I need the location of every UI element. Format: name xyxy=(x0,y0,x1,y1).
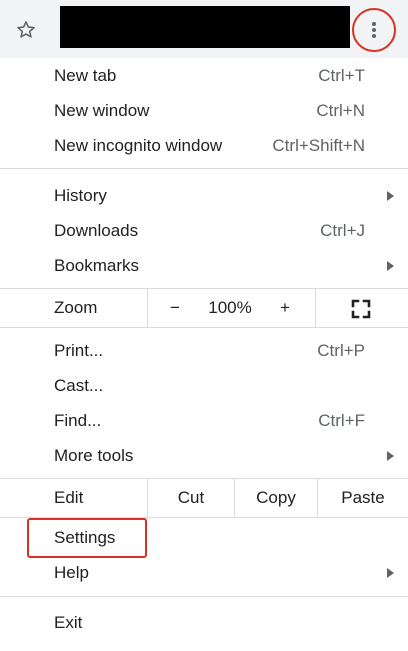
cut-button[interactable]: Cut xyxy=(148,479,234,517)
fullscreen-icon[interactable] xyxy=(351,299,371,319)
menu-item-shortcut: Ctrl+P xyxy=(317,341,365,360)
zoom-out-button[interactable]: − xyxy=(160,289,190,327)
zoom-in-button[interactable]: + xyxy=(270,289,300,327)
menu-item-label: Cast... xyxy=(54,376,104,395)
zoom-divider xyxy=(147,289,148,327)
edit-label: Edit xyxy=(54,488,84,507)
menu-item-exit[interactable]: Exit xyxy=(0,605,408,640)
submenu-arrow-icon xyxy=(387,451,394,461)
menu-item-shortcut: Ctrl+F xyxy=(318,411,365,430)
vertical-dots-icon xyxy=(372,22,376,38)
menu-item-label: New window xyxy=(54,101,150,120)
menu-group-settings: Settings Help xyxy=(0,518,408,596)
submenu-arrow-icon xyxy=(387,568,394,578)
menu-item-history[interactable]: History xyxy=(0,178,408,213)
menu-item-downloads[interactable]: Downloads Ctrl+J xyxy=(0,213,408,248)
menu-item-cast[interactable]: Cast... xyxy=(0,368,408,403)
menu-item-label: More tools xyxy=(54,446,134,465)
menu-item-bookmarks[interactable]: Bookmarks xyxy=(0,248,408,283)
menu-group-exit: Exit xyxy=(0,597,408,646)
menu-row-zoom: Zoom − 100% + xyxy=(0,289,408,327)
menu-item-new-tab[interactable]: New tab Ctrl+T xyxy=(0,58,408,93)
menu-item-label: Exit xyxy=(54,613,83,632)
zoom-level: 100% xyxy=(208,298,252,317)
menu-item-settings[interactable]: Settings xyxy=(0,518,408,558)
menu-item-label: Find... xyxy=(54,411,102,430)
menu-item-find[interactable]: Find... Ctrl+F xyxy=(0,403,408,438)
copy-button[interactable]: Copy xyxy=(235,479,317,517)
menu-item-more-tools[interactable]: More tools xyxy=(0,438,408,473)
menu-item-shortcut: Ctrl+T xyxy=(318,66,365,85)
menu-row-edit: Edit Cut Copy Paste xyxy=(0,479,408,517)
menu-item-label: New tab xyxy=(54,66,117,85)
menu-group-history: History Downloads Ctrl+J Bookmarks xyxy=(0,169,408,288)
browser-menu-button[interactable] xyxy=(352,8,396,52)
menu-item-new-incognito-window[interactable]: New incognito window Ctrl+Shift+N xyxy=(0,128,408,163)
address-bar-redacted[interactable] xyxy=(60,6,350,48)
bookmark-star-button[interactable] xyxy=(8,12,44,48)
menu-item-label: Settings xyxy=(54,528,116,547)
menu-item-label: Print... xyxy=(54,341,104,360)
menu-item-label: Help xyxy=(54,563,89,582)
menu-item-label: Downloads xyxy=(54,221,139,240)
menu-item-label: History xyxy=(54,186,107,205)
menu-item-print[interactable]: Print... Ctrl+P xyxy=(0,333,408,368)
zoom-divider xyxy=(315,289,316,327)
submenu-arrow-icon xyxy=(387,261,394,271)
menu-item-new-window[interactable]: New window Ctrl+N xyxy=(0,93,408,128)
browser-toolbar xyxy=(0,0,408,58)
menu-group-windows: New tab Ctrl+T New window Ctrl+N New inc… xyxy=(0,58,408,168)
menu-item-shortcut: Ctrl+N xyxy=(316,101,365,120)
menu-item-help[interactable]: Help xyxy=(0,555,408,590)
menu-item-label: New incognito window xyxy=(54,136,223,155)
menu-group-tools: Print... Ctrl+P Cast... Find... Ctrl+F M… xyxy=(0,328,408,478)
browser-main-menu: New tab Ctrl+T New window Ctrl+N New inc… xyxy=(0,58,408,646)
paste-button[interactable]: Paste xyxy=(318,479,408,517)
menu-item-shortcut: Ctrl+Shift+N xyxy=(272,136,365,155)
browser-window: New tab Ctrl+T New window Ctrl+N New inc… xyxy=(0,0,408,651)
star-outline-icon xyxy=(17,21,35,38)
menu-item-shortcut: Ctrl+J xyxy=(320,221,365,240)
zoom-label: Zoom xyxy=(54,298,98,317)
menu-item-label: Bookmarks xyxy=(54,256,140,275)
submenu-arrow-icon xyxy=(387,191,394,201)
